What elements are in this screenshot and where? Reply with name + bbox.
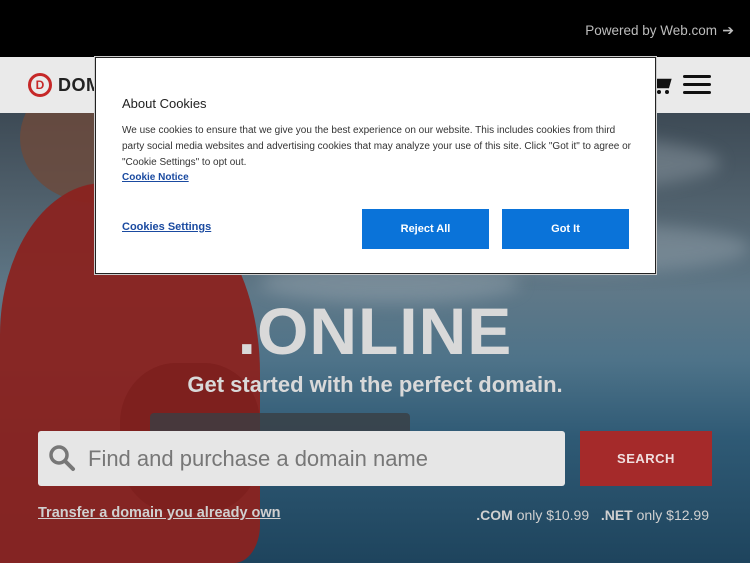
transfer-domain-link[interactable]: Transfer a domain you already own (38, 505, 281, 521)
domain-search-box (38, 431, 565, 486)
cookie-dialog-title: About Cookies (122, 96, 207, 111)
search-button[interactable]: SEARCH (580, 431, 712, 486)
price-net-text: only $12.99 (632, 507, 709, 523)
cookie-notice-link[interactable]: Cookie Notice (122, 172, 189, 183)
cookie-consent-dialog: About Cookies We use cookies to ensure t… (95, 57, 656, 274)
search-icon (49, 445, 75, 471)
hero-subline: Get started with the perfect domain. (187, 372, 563, 397)
arrow-right-icon[interactable]: ➔ (722, 22, 734, 39)
logo-icon[interactable]: D (28, 73, 52, 97)
domain-prices: .COM only $10.99 .NET only $12.99 (476, 507, 709, 523)
price-net-tld: .NET (600, 507, 633, 523)
cookies-settings-link[interactable]: Cookies Settings (122, 221, 211, 233)
price-com-tld: .COM (476, 507, 513, 523)
menu-icon[interactable] (683, 75, 713, 97)
top-bar: Powered by Web.com ➔ (0, 0, 750, 57)
powered-by-link[interactable]: Powered by Web.com (585, 23, 717, 38)
domain-search-input[interactable] (88, 431, 558, 486)
hero-headline: .ONLINE (237, 294, 513, 368)
reject-all-button[interactable]: Reject All (362, 209, 489, 249)
price-com-text: only $10.99 (512, 507, 590, 523)
got-it-button[interactable]: Got It (502, 209, 629, 249)
cookie-dialog-body: We use cookies to ensure that we give yo… (122, 125, 632, 168)
